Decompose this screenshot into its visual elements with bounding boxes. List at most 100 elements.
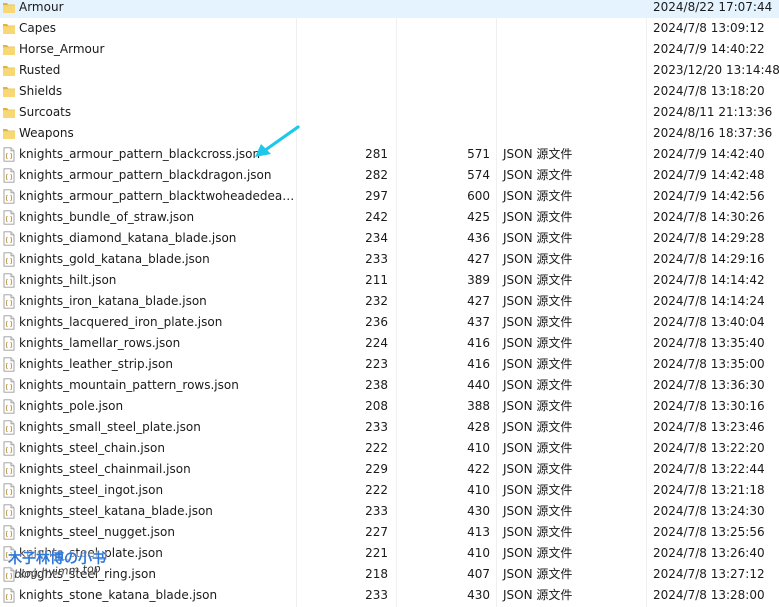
modified-date: 2024/7/8 14:30:26 [653, 210, 765, 224]
file-row[interactable]: knights_lacquered_iron_plate.json 236 437 J… [0, 312, 779, 333]
file-type: JSON 源文件 [503, 378, 573, 392]
file-row[interactable]: knights_leather_strip.json 223 416 JSON 源文件… [0, 354, 779, 375]
modified-date: 2023/12/20 13:14:48 [653, 63, 779, 77]
size-column-1: 208 [365, 399, 388, 413]
file-type: JSON 源文件 [503, 399, 573, 413]
folder-row[interactable]: Armour 2024/8/22 17:07:44 [0, 0, 779, 18]
file-name: knights_lamellar_rows.json [19, 336, 181, 350]
json-file-icon [2, 525, 16, 540]
file-row[interactable]: knights_steel_ingot.json 222 410 JSON 源文件 20… [0, 480, 779, 501]
file-row[interactable]: knights_hilt.json 211 389 JSON 源文件 2024/7/8 … [0, 270, 779, 291]
json-file-icon [2, 147, 16, 162]
size-column-1: 238 [365, 378, 388, 392]
file-row[interactable]: knights_steel_ring.json 218 407 JSON 源文件 202… [0, 564, 779, 585]
file-type: JSON 源文件 [503, 441, 573, 455]
size-column-1: 234 [365, 231, 388, 245]
size-column-2: 430 [467, 588, 490, 602]
file-row[interactable]: knights_pole.json 208 388 JSON 源文件 2024/7/8 … [0, 396, 779, 417]
folder-icon [2, 126, 16, 141]
folder-name: Rusted [19, 63, 61, 77]
file-name: knights_steel_chain.json [19, 441, 165, 455]
size-column-2: 436 [467, 231, 490, 245]
folder-name: Capes [19, 21, 56, 35]
size-column-1: 233 [365, 420, 388, 434]
file-type: JSON 源文件 [503, 588, 573, 602]
size-column-1: 297 [365, 189, 388, 203]
modified-date: 2024/7/8 13:35:00 [653, 357, 765, 371]
folder-row[interactable]: Weapons 2024/8/16 18:37:36 [0, 123, 779, 144]
file-name: knights_diamond_katana_blade.json [19, 231, 237, 245]
folder-icon [2, 84, 16, 99]
folder-icon [2, 42, 16, 57]
modified-date: 2024/7/8 14:14:42 [653, 273, 765, 287]
file-row[interactable]: knights_stone_katana_blade.json 233 430 JSO… [0, 585, 779, 606]
folder-row[interactable]: Shields 2024/7/8 13:18:20 [0, 81, 779, 102]
file-row[interactable]: knights_lamellar_rows.json 224 416 JSON 源文件… [0, 333, 779, 354]
json-file-icon [2, 357, 16, 372]
json-file-icon [2, 399, 16, 414]
file-name: knights_gold_katana_blade.json [19, 252, 210, 266]
json-file-icon [2, 315, 16, 330]
size-column-1: 242 [365, 210, 388, 224]
size-column-2: 427 [467, 294, 490, 308]
folder-row[interactable]: Capes 2024/7/8 13:09:12 [0, 18, 779, 39]
file-type: JSON 源文件 [503, 168, 573, 182]
modified-date: 2024/7/8 14:29:28 [653, 231, 765, 245]
file-row[interactable]: knights_armour_pattern_blackcross.json 28… [0, 144, 779, 165]
size-column-1: 229 [365, 462, 388, 476]
modified-date: 2024/7/8 13:22:44 [653, 462, 765, 476]
file-name: knights_armour_pattern_blackdragon.json [19, 168, 272, 182]
file-type: JSON 源文件 [503, 546, 573, 560]
json-file-icon [2, 252, 16, 267]
modified-date: 2024/8/16 18:37:36 [653, 126, 773, 140]
file-row[interactable]: knights_gold_katana_blade.json 233 427 JSON… [0, 249, 779, 270]
file-row[interactable]: knights_diamond_katana_blade.json 234 436 J… [0, 228, 779, 249]
json-file-icon [2, 273, 16, 288]
size-column-1: 221 [365, 546, 388, 560]
file-row[interactable]: knights_armour_pattern_blacktwoheadedeag… [0, 186, 779, 207]
file-name: knights_lacquered_iron_plate.json [19, 315, 223, 329]
json-file-icon [2, 504, 16, 519]
size-column-2: 600 [467, 189, 490, 203]
modified-date: 2024/7/9 14:42:48 [653, 168, 765, 182]
size-column-2: 416 [467, 357, 490, 371]
file-row[interactable]: knights_armour_pattern_blackdragon.json 2… [0, 165, 779, 186]
file-name: knights_pole.json [19, 399, 124, 413]
file-row[interactable]: knights_mountain_pattern_rows.json 238 440… [0, 375, 779, 396]
size-column-2: 388 [467, 399, 490, 413]
size-column-1: 218 [365, 567, 388, 581]
size-column-1: 211 [365, 273, 388, 287]
folder-row[interactable]: Rusted 2023/12/20 13:14:48 [0, 60, 779, 81]
arrow-annotation-icon [255, 125, 300, 157]
json-file-icon [2, 168, 16, 183]
file-type: JSON 源文件 [503, 231, 573, 245]
json-file-icon [2, 462, 16, 477]
folder-name: Horse_Armour [19, 42, 105, 56]
modified-date: 2024/7/8 13:30:16 [653, 399, 765, 413]
file-type: JSON 源文件 [503, 294, 573, 308]
size-column-2: 413 [467, 525, 490, 539]
json-file-icon [2, 378, 16, 393]
size-column-1: 232 [365, 294, 388, 308]
file-row[interactable]: knights_small_steel_plate.json 233 428 JSON… [0, 417, 779, 438]
modified-date: 2024/7/9 14:42:56 [653, 189, 765, 203]
folder-row[interactable]: Horse_Armour 2024/7/9 14:40:22 [0, 39, 779, 60]
modified-date: 2024/7/8 13:09:12 [653, 21, 765, 35]
json-file-icon [2, 210, 16, 225]
folder-name: Shields [19, 84, 63, 98]
file-row[interactable]: knights_steel_katana_blade.json 233 430 JSO… [0, 501, 779, 522]
file-row[interactable]: knights_steel_nugget.json 227 413 JSON 源文件 2… [0, 522, 779, 543]
file-row[interactable]: knights_bundle_of_straw.json 242 425 JSON 源… [0, 207, 779, 228]
file-row[interactable]: knights_steel_chainmail.json 229 422 JSON 源… [0, 459, 779, 480]
size-column-1: 282 [365, 168, 388, 182]
modified-date: 2024/7/8 13:23:46 [653, 420, 765, 434]
file-row[interactable]: knights_steel_plate.json 221 410 JSON 源文件 20… [0, 543, 779, 564]
file-name: knights_bundle_of_straw.json [19, 210, 195, 224]
file-row[interactable]: knights_iron_katana_blade.json 232 427 JSON… [0, 291, 779, 312]
file-row[interactable]: knights_steel_chain.json 222 410 JSON 源文件 20… [0, 438, 779, 459]
size-column-2: 430 [467, 504, 490, 518]
size-column-1: 224 [365, 336, 388, 350]
folder-row[interactable]: Surcoats 2024/8/11 21:13:36 [0, 102, 779, 123]
modified-date: 2024/7/9 14:42:40 [653, 147, 765, 161]
modified-date: 2024/7/8 13:27:12 [653, 567, 765, 581]
